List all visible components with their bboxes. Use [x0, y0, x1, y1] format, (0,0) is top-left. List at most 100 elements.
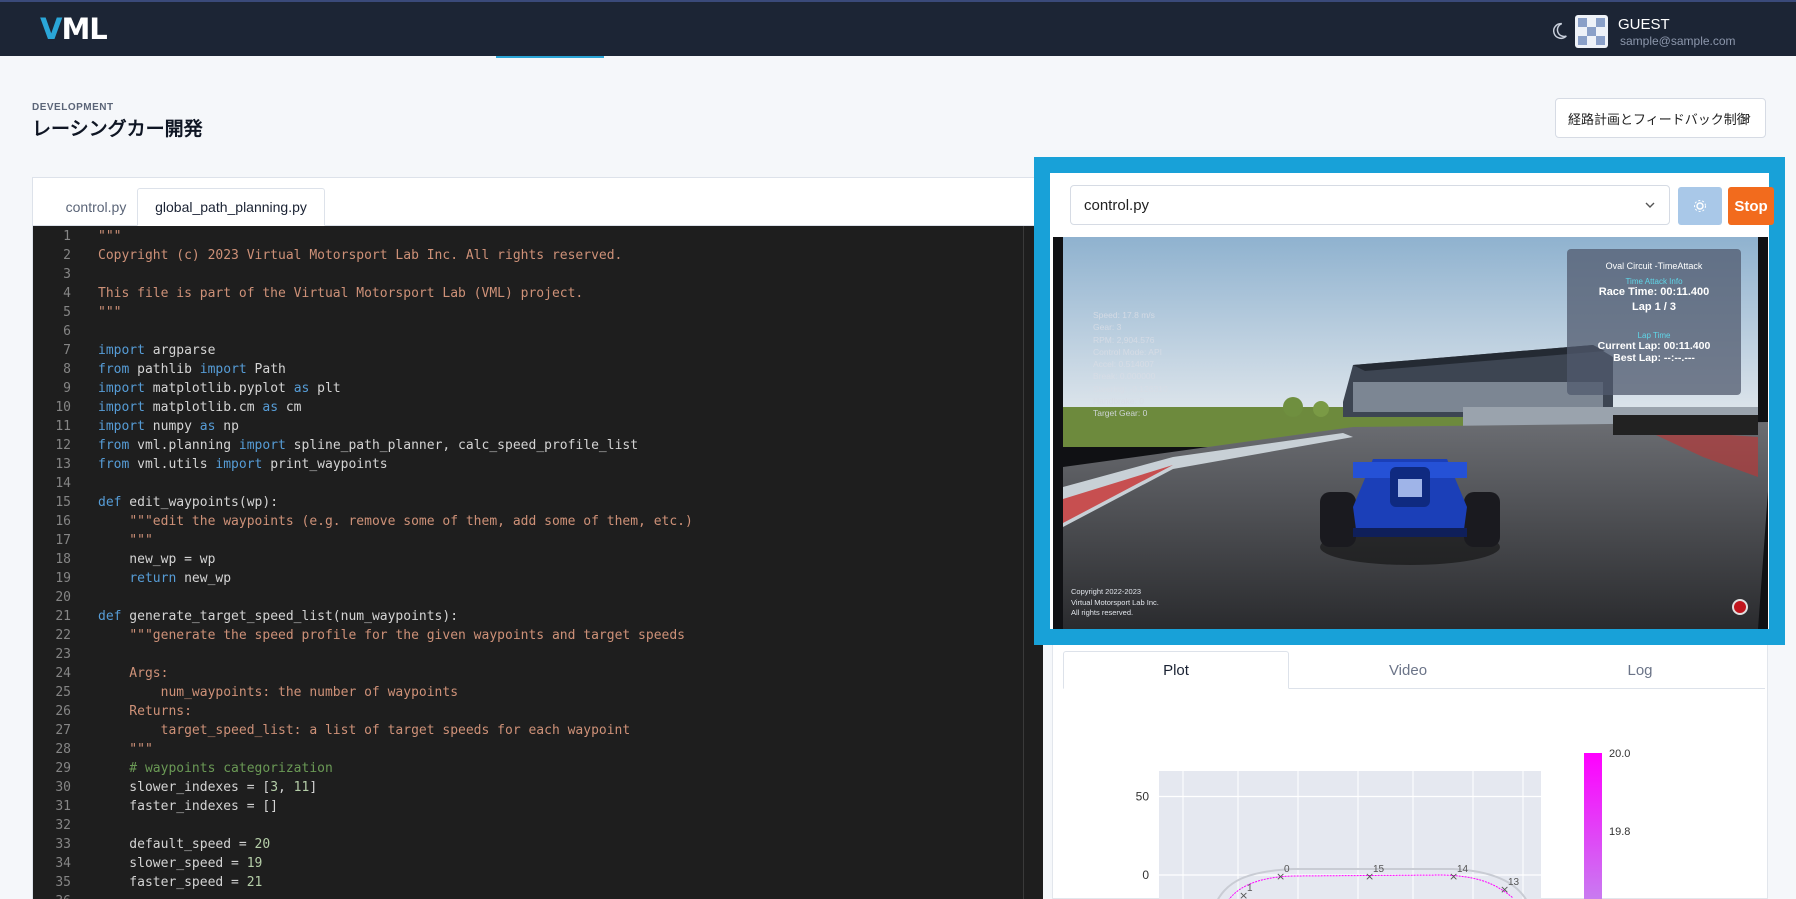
simulator-video[interactable]: Speed: 17.8 m/s Gear: 3 RPM: 2,904.576 C… [1053, 237, 1768, 629]
code-text: new_wp = wp [98, 552, 216, 567]
line-number: 29 [55, 761, 71, 776]
code-line[interactable]: 6 [33, 324, 1023, 343]
code-line[interactable]: 2 Copyright (c) 2023 Virtual Motorsport L… [33, 248, 1023, 267]
waypoint-label: 1 [1247, 883, 1253, 894]
code-line[interactable]: 22 """generate the speed profile for the… [33, 628, 1023, 647]
speed-plot: 500×1×0×15×14×1320.019.8 [1136, 748, 1630, 899]
code-line[interactable]: 28 """ [33, 742, 1023, 761]
gear-icon [1694, 200, 1706, 212]
code-line[interactable]: 4 This file is part of the Virtual Motors… [33, 286, 1023, 305]
code-line[interactable]: 9 import matplotlib.pyplot as plt [33, 381, 1023, 400]
tab-video[interactable]: Video [1295, 651, 1521, 689]
line-number: 3 [63, 267, 71, 282]
code-line[interactable]: 12 from vml.planning import spline_path_p… [33, 438, 1023, 457]
code-line[interactable]: 35 faster_speed = 21 [33, 875, 1023, 894]
logo-letters-ml: ML [61, 12, 107, 46]
code-line[interactable]: 36 [33, 894, 1023, 899]
code-line[interactable]: 30 slower_indexes = [3, 11] [33, 780, 1023, 799]
code-text: Returns: [98, 704, 192, 719]
control-mode-readout: Control Mode: API [1093, 346, 1162, 357]
code-line[interactable]: 8 from pathlib import Path [33, 362, 1023, 381]
code-text: import matplotlib.pyplot as plt [98, 381, 341, 396]
code-line[interactable]: 18 new_wp = wp [33, 552, 1023, 571]
line-number: 21 [55, 609, 71, 624]
chevron-down-icon [1645, 202, 1655, 208]
steering-readout: Steering: -0.126310 [1093, 383, 1168, 394]
code-line[interactable]: 27 target_speed_list: a list of target s… [33, 723, 1023, 742]
code-line[interactable]: 31 faster_indexes = [] [33, 799, 1023, 818]
copyright-line: Virtual Motorsport Lab Inc. [1071, 597, 1159, 607]
code-line[interactable]: 24 Args: [33, 666, 1023, 685]
settings-button[interactable] [1678, 187, 1722, 225]
code-line[interactable]: 33 default_speed = 20 [33, 837, 1023, 856]
code-text: """ [98, 229, 122, 244]
line-number: 27 [55, 723, 71, 738]
line-number: 4 [63, 286, 71, 301]
user-name[interactable]: GUEST [1618, 16, 1670, 33]
telemetry-readout: Speed: 17.8 m/s Gear: 3 RPM: 2,904.576 C… [1093, 309, 1168, 420]
tab-plot[interactable]: Plot [1063, 651, 1289, 689]
time-attack-info-box: Oval Circuit -TimeAttack Time Attack Inf… [1567, 249, 1741, 395]
editor-ruler [1023, 226, 1024, 899]
script-select[interactable]: control.py [1070, 185, 1670, 225]
line-number: 13 [55, 457, 71, 472]
nav-active-indicator [496, 56, 604, 58]
stop-button[interactable]: Stop [1728, 187, 1774, 225]
code-line[interactable]: 32 [33, 818, 1023, 837]
code-text: target_speed_list: a list of target spee… [98, 723, 631, 738]
speed-readout: Speed: 17.8 m/s [1093, 310, 1155, 320]
code-line[interactable]: 34 slower_speed = 19 [33, 856, 1023, 875]
code-line[interactable]: 29 # waypoints categorization [33, 761, 1023, 780]
colorbar-tick-label: 20.0 [1609, 748, 1630, 760]
code-line[interactable]: 13 from vml.utils import print_waypoints [33, 457, 1023, 476]
line-number: 24 [55, 666, 71, 681]
colorbar-tick-label: 19.8 [1609, 826, 1630, 838]
line-number: 9 [63, 381, 71, 396]
top-navbar: V ML GUEST sample@sample.com [0, 0, 1796, 58]
target-gear-readout: Target Gear: 0 [1093, 408, 1148, 419]
line-number: 17 [55, 533, 71, 548]
code-line[interactable]: 25 num_waypoints: the number of waypoint… [33, 685, 1023, 704]
line-number: 31 [55, 799, 71, 814]
code-line[interactable]: 3 [33, 267, 1023, 286]
code-line[interactable]: 7 import argparse [33, 343, 1023, 362]
dark-mode-toggle-icon[interactable] [1548, 20, 1570, 42]
code-line[interactable]: 5 """ [33, 305, 1023, 324]
code-line[interactable]: 20 [33, 590, 1023, 609]
code-area[interactable]: 1 """ 2 Copyright (c) 2023 Virtual Motorspo… [33, 226, 1043, 899]
code-text: faster_indexes = [] [98, 799, 279, 814]
code-line[interactable]: 23 [33, 647, 1023, 666]
code-text: """generate the speed profile for the gi… [129, 628, 686, 643]
code-text: slower_indexes = [3, 11] [98, 780, 318, 795]
code-line[interactable]: 26 Returns: [33, 704, 1023, 723]
waypoint-label: 13 [1508, 877, 1520, 888]
code-line[interactable]: 1 """ [33, 229, 1023, 248]
code-text: Copyright (c) 2023 Virtual Motorsport La… [98, 248, 623, 263]
code-text: faster_speed = 21 [98, 875, 263, 890]
course-select[interactable]: 経路計画とフィードバック制御 [1555, 98, 1766, 138]
code-text: return new_wp [129, 571, 232, 586]
circuit-name: Oval Circuit -TimeAttack [1605, 261, 1703, 271]
code-text: This file is part of the Virtual Motorsp… [98, 286, 584, 301]
tab-global-path-planning-py[interactable]: global_path_planning.py [137, 188, 325, 226]
code-line[interactable]: 16 """edit the waypoints (e.g. remove so… [33, 514, 1023, 533]
code-line[interactable]: 19 return new_wp [33, 571, 1023, 590]
tab-log[interactable]: Log [1527, 651, 1753, 689]
handbrake-readout: Handbrake: 0 [1093, 396, 1145, 407]
line-number: 12 [55, 438, 71, 453]
code-line[interactable]: 21 def generate_target_speed_list(num_way… [33, 609, 1023, 628]
line-number: 23 [55, 647, 71, 662]
tab-control-py[interactable]: control.py [41, 188, 151, 226]
code-line[interactable]: 10 import matplotlib.cm as cm [33, 400, 1023, 419]
avatar[interactable] [1575, 15, 1608, 48]
code-line[interactable]: 11 import numpy as np [33, 419, 1023, 438]
code-line[interactable]: 14 [33, 476, 1023, 495]
copyright-line: All rights reserved. [1071, 608, 1134, 617]
code-line[interactable]: 17 """ [33, 533, 1023, 552]
line-number: 28 [55, 742, 71, 757]
code-line[interactable]: 15 def edit_waypoints(wp): [33, 495, 1023, 514]
vml-logo[interactable]: V ML [40, 12, 108, 46]
line-number: 35 [55, 875, 71, 890]
record-indicator-icon[interactable] [1732, 599, 1748, 615]
line-number: 5 [63, 305, 71, 320]
